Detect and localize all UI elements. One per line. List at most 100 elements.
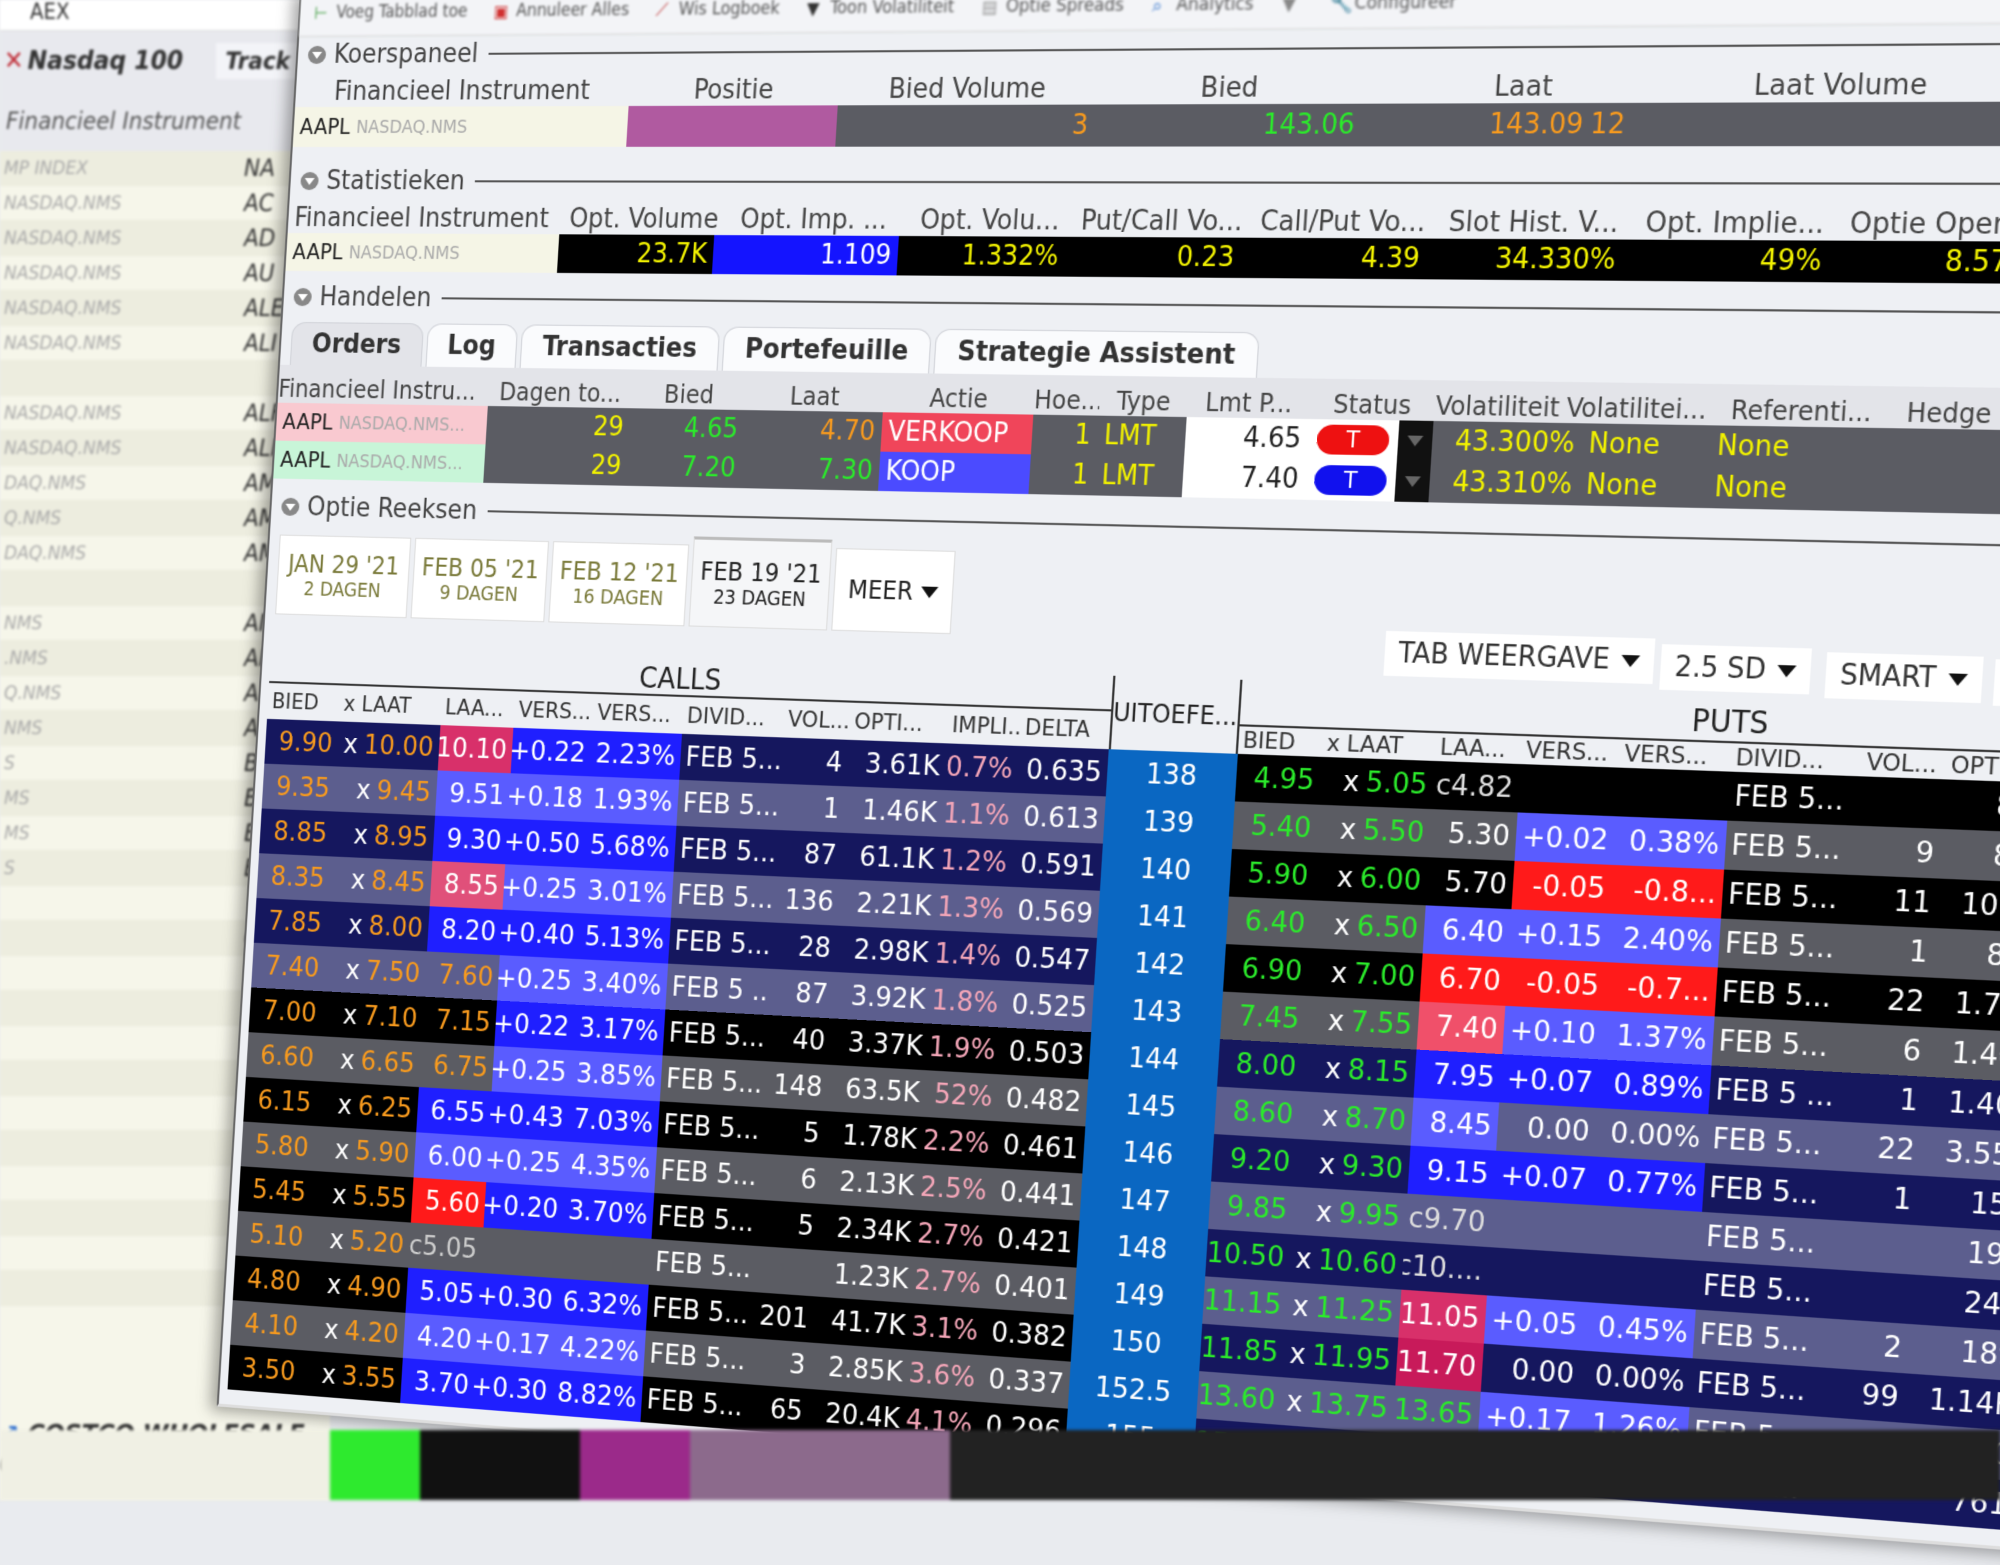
- put-ask-cell[interactable]: x 6.50: [1309, 900, 1425, 953]
- column-header[interactable]: DIVID...: [682, 703, 784, 732]
- call-ask-cell[interactable]: x 5.55: [309, 1171, 413, 1223]
- column-header[interactable]: BIED: [1237, 727, 1323, 756]
- put-bid-cell[interactable]: 7.45: [1220, 992, 1307, 1044]
- call-ask-cell[interactable]: x 9.45: [333, 766, 437, 815]
- column-header[interactable]: Slot Hist. V...: [1435, 206, 1633, 239]
- status-transmit-button[interactable]: T: [1313, 464, 1388, 497]
- column-header[interactable]: LAA...: [1434, 734, 1522, 764]
- toolbar-wis-logboek-button[interactable]: ⟋ Wis Logboek: [655, 0, 780, 21]
- call-ask-cell[interactable]: x 8.95: [331, 811, 435, 861]
- put-ask-cell[interactable]: x 6.00: [1312, 852, 1428, 905]
- call-bid-cell[interactable]: 7.40: [251, 943, 325, 992]
- collapse-toggle-icon[interactable]: [307, 45, 327, 64]
- call-bid-cell[interactable]: 6.60: [246, 1032, 320, 1081]
- strike-row[interactable]: 139: [1103, 796, 1235, 849]
- column-header[interactable]: Opt. Imp. ...: [721, 204, 908, 236]
- strike-row[interactable]: 147: [1079, 1174, 1210, 1229]
- put-ask-cell[interactable]: x 9.30: [1294, 1139, 1410, 1194]
- put-bid-cell[interactable]: 11.15: [1202, 1276, 1288, 1329]
- view-mode-dropdown[interactable]: TAB WEERGAVE: [1383, 630, 1656, 685]
- column-header[interactable]: VOL...: [1861, 748, 1947, 779]
- column-header[interactable]: Hedge O...: [1890, 397, 2000, 431]
- put-ask-cell[interactable]: x 8.15: [1300, 1044, 1416, 1098]
- column-header[interactable]: DELTA: [1020, 714, 1111, 743]
- track-tab[interactable]: Track: [215, 43, 300, 79]
- put-ask-cell[interactable]: x 11.95: [1282, 1330, 1398, 1386]
- toolbar-toon-volatiliteit-button[interactable]: ▼ Toon Volatiliteit: [806, 0, 955, 20]
- put-ask-cell[interactable]: x 7.00: [1306, 948, 1422, 1001]
- column-header[interactable]: IMPLI...: [947, 712, 1021, 740]
- column-header[interactable]: Positie: [629, 74, 840, 106]
- column-header[interactable]: Put/Call Vo...: [1073, 205, 1251, 237]
- column-header[interactable]: VERS...: [592, 700, 683, 729]
- call-ask-cell[interactable]: x 6.65: [317, 1036, 421, 1087]
- column-header[interactable]: Volatilitei...: [1560, 393, 1714, 426]
- call-ask-cell[interactable]: x 8.45: [328, 856, 432, 906]
- column-header[interactable]: Dagen to...: [488, 378, 633, 409]
- strike-row[interactable]: 142: [1094, 938, 1225, 992]
- put-bid-cell[interactable]: 11.85: [1199, 1324, 1285, 1378]
- collapse-toggle-icon[interactable]: [280, 497, 300, 516]
- column-header[interactable]: x LAAT: [1321, 730, 1436, 761]
- range-dropdown[interactable]: 2.5 SD: [1659, 644, 1813, 695]
- tab-orders[interactable]: Orders: [289, 321, 424, 367]
- column-header[interactable]: Bied: [1096, 72, 1365, 105]
- strike-row[interactable]: 148: [1077, 1221, 1208, 1277]
- strike-row[interactable]: 144: [1088, 1032, 1219, 1086]
- column-header[interactable]: Opt. Volu...: [905, 205, 1074, 237]
- column-header[interactable]: x LAAT: [339, 691, 442, 720]
- call-ask-cell[interactable]: x 8.00: [325, 901, 429, 951]
- column-header[interactable]: Financieel Instru...: [278, 375, 490, 406]
- underlying-dropdown[interactable]: AAPL: [1992, 659, 2000, 710]
- column-header[interactable]: Optie Open...: [1837, 208, 2000, 242]
- strike-row[interactable]: 143: [1091, 985, 1222, 1039]
- call-ask-cell[interactable]: x 5.20: [307, 1216, 411, 1268]
- exchange-dropdown[interactable]: SMART: [1824, 652, 1984, 704]
- call-ask-cell[interactable]: x 4.20: [301, 1305, 405, 1358]
- call-bid-cell[interactable]: 8.85: [259, 808, 333, 856]
- expiry-tab[interactable]: FEB 05 '21 9 DAGEN: [410, 537, 550, 623]
- put-bid-cell[interactable]: 4.95: [1234, 754, 1321, 805]
- limit-price-cell[interactable]: 4.65: [1184, 417, 1310, 460]
- column-header[interactable]: Opt. Volume: [565, 204, 722, 235]
- call-bid-cell[interactable]: 6.15: [243, 1077, 317, 1126]
- column-header[interactable]: Status: [1309, 389, 1435, 421]
- strike-row[interactable]: 138: [1106, 749, 1238, 801]
- column-header[interactable]: Bied: [631, 380, 747, 410]
- toolbar-configureer-button[interactable]: 🔧 Configureer: [1329, 0, 1457, 15]
- column-header[interactable]: Hoe...: [1033, 385, 1100, 415]
- call-ask-cell[interactable]: x 4.90: [304, 1261, 408, 1313]
- put-bid-cell[interactable]: 9.85: [1208, 1181, 1295, 1234]
- put-ask-cell[interactable]: x 13.75: [1279, 1377, 1395, 1433]
- put-bid-cell[interactable]: 6.90: [1223, 944, 1310, 996]
- put-bid-cell[interactable]: 5.90: [1229, 849, 1316, 900]
- put-bid-cell[interactable]: 13.60: [1196, 1371, 1282, 1425]
- watchlist-row[interactable]: MP INDEX NA: [0, 151, 330, 186]
- put-ask-cell[interactable]: x 8.70: [1297, 1091, 1413, 1145]
- column-header[interactable]: DIVID...: [1730, 744, 1863, 776]
- column-header[interactable]: Laat: [745, 381, 884, 412]
- put-bid-cell[interactable]: 9.20: [1211, 1134, 1298, 1187]
- status-dropdown-icon[interactable]: [1394, 461, 1431, 503]
- expiry-tab[interactable]: FEB 12 '21 16 DAGEN: [548, 541, 690, 627]
- column-header[interactable]: VERS...: [1520, 737, 1620, 767]
- expiry-tab[interactable]: JAN 29 '21 2 DAGEN: [275, 534, 412, 619]
- watchlist-row[interactable]: NASDAQ.NMS AD: [0, 221, 330, 256]
- collapse-toggle-icon[interactable]: [300, 172, 320, 191]
- call-bid-cell[interactable]: 7.00: [249, 987, 323, 1036]
- column-header[interactable]: VOL...: [783, 706, 851, 734]
- call-ask-cell[interactable]: x 3.55: [299, 1350, 402, 1403]
- toolbar-filter-button[interactable]: ▼: [1282, 0, 1301, 16]
- column-header[interactable]: Lmt P...: [1187, 387, 1311, 419]
- strike-row[interactable]: 145: [1085, 1079, 1216, 1134]
- column-header[interactable]: VERS...: [514, 697, 594, 725]
- call-bid-cell[interactable]: 4.80: [233, 1256, 307, 1306]
- statistieken-header[interactable]: Statistieken: [290, 163, 2000, 204]
- toolbar-optie-spreads-button[interactable]: ▤ Optie Spreads: [982, 0, 1125, 18]
- call-ask-cell[interactable]: x 10.00: [336, 721, 440, 770]
- put-bid-cell[interactable]: 5.40: [1232, 801, 1319, 852]
- toolbar-annuleer-alles-button[interactable]: ▣ Annuleer Alles: [493, 0, 629, 22]
- call-bid-cell[interactable]: 3.50: [228, 1345, 302, 1395]
- column-header[interactable]: LAA...: [440, 694, 515, 722]
- toolbar-analytics-button[interactable]: ⌕ Analytics: [1152, 0, 1255, 17]
